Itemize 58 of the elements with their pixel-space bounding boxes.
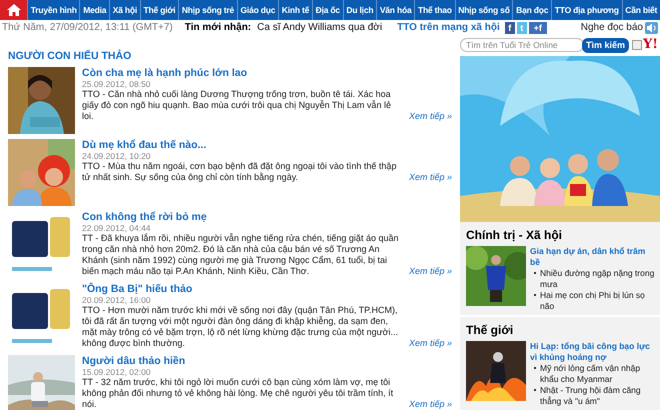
latest-news-link[interactable]: Ca sĩ Andy Williams qua đời xyxy=(257,22,382,33)
home-icon xyxy=(6,4,20,16)
headline-link[interactable]: Hi Lạp: tổng bãi công bạo lực vì khủng hoảng nợ xyxy=(530,341,656,363)
checkbox[interactable] xyxy=(632,40,642,50)
social-button[interactable]: +f xyxy=(528,22,547,34)
news-link[interactable]: Hai mẹ con chị Phi bị lún sọ não xyxy=(540,290,656,312)
article-summary: TT - Đã khuya lắm rồi, nhiều người vẫn nghe tiếng rửa chén, tiếng giặt áo quần trong căn nhà nhỏ hơn 20m2. Đó là căn nhà của cậu bán vé số Trương An Khánh (sinh năm 1992) cùng người mẹ già Trương Ngọc Cẩm, 61 tuổi, bị tai biến mạch máu não tại P.An Khánh, Ninh Kiều, Cần Thơ. xyxy=(82,233,400,277)
article-summary: TTO - Căn nhà nhỏ cuối làng Dương Thượng trống trơn, buồn tê tái. Xác hoa giấy đỏ con ngõ hiu quạnh. Bao mùa cưới trôi qua chị Nguyễn Thị Lam vẫn lẻ loi. xyxy=(82,89,392,122)
search-field[interactable]: Tìm trên Tuổi Trẻ Online xyxy=(460,38,584,52)
article-title-link[interactable]: Dù mẹ khổ đau thế nào... xyxy=(82,139,452,152)
read-more-link[interactable]: Xem tiếp » xyxy=(408,338,452,349)
nav-link[interactable]: Giáo dục xyxy=(236,0,278,20)
headline-link[interactable]: Gia hạn dự án, dân khổ trăm bề xyxy=(530,246,656,268)
article-date: 22.09.2012, 04:44 xyxy=(82,224,152,233)
news-link[interactable]: Nhiều đường ngập nặng trong mưa xyxy=(540,268,656,290)
nav-link[interactable]: Nhịp sống trẻ xyxy=(178,0,237,20)
article-date: 24.09.2012, 10:20 xyxy=(82,152,152,161)
news-link[interactable]: Nhật - Trung hội đàm căng thẳng và "u ám" xyxy=(540,385,656,407)
read-more-link[interactable]: Xem tiếp » xyxy=(408,172,452,183)
date-time: Thứ Năm, 27/09/2012, 13:11 (GMT+7) xyxy=(1,22,173,33)
nav-link[interactable]: Media xyxy=(79,0,110,20)
nav-link[interactable]: Văn hóa xyxy=(376,0,414,20)
article-date: 25.09.2012, 08:50 xyxy=(82,80,152,89)
home-button[interactable] xyxy=(0,0,27,20)
nav-link[interactable]: Địa ốc xyxy=(312,0,343,20)
search-engine-logo: Y! xyxy=(643,38,658,52)
nav-link[interactable]: Xã hội xyxy=(109,0,140,20)
article-summary: TTO - Hơn mười năm trước khi mới về sống nơi đây (quận Tân Phú, TP.HCM), tôi đã rất ấn tượng với một người đàn ông dáng đi khập khiễng, da sạm đen, mặt mày trông có vẻ bặm trợn, lộ rõ nét lừng khừng đặc trưng của một người... không được bình thường. xyxy=(82,305,400,349)
social-button[interactable]: f xyxy=(504,22,515,34)
article-title-link[interactable]: Con không thể rời bỏ mẹ xyxy=(82,211,452,224)
search-button[interactable]: Tìm kiếm xyxy=(582,38,630,52)
nav-link[interactable]: Nhịp sống số xyxy=(454,0,512,20)
article-title-link[interactable]: Người dâu thảo hiền xyxy=(82,355,452,368)
section-title: NGƯỜI CON HIẾU THẢO xyxy=(8,50,132,62)
nav-link[interactable]: Kinh tế xyxy=(278,0,312,20)
read-more-link[interactable]: Xem tiếp » xyxy=(408,266,452,277)
nav-link[interactable]: Thế giới xyxy=(140,0,178,20)
article-summary: TTO - Mùa thu năm ngoái, cơn bạo bệnh đã đặt ông ngoại tôi vào tình thế thập tử nhất sinh. Sự sống của ông chỉ còn tính bằng ngày. xyxy=(82,161,398,183)
latest-label: Tin mới nhận: xyxy=(184,22,252,33)
nav-link[interactable]: TTO địa phương xyxy=(551,0,622,20)
listen-link[interactable]: Nghe đọc báo xyxy=(580,22,643,33)
nav-link[interactable]: Bạn đọc xyxy=(512,0,552,20)
article-date: 15.09.2012, 02:00 xyxy=(82,368,152,377)
nav-link[interactable]: Du lịch xyxy=(342,0,376,20)
article-date: 20.09.2012, 16:00 xyxy=(82,296,152,305)
section-heading: Chính trị - Xã hội xyxy=(466,228,563,242)
section-heading: Thế giới xyxy=(466,323,514,337)
nav-link[interactable]: Truyền hình xyxy=(27,0,80,20)
article-title-link[interactable]: "Ông Ba Bị" hiếu thảo xyxy=(82,283,452,296)
read-more-link[interactable]: Xem tiếp » xyxy=(408,111,452,122)
nav-link[interactable]: Cần biết xyxy=(622,0,660,20)
article-title-link[interactable]: Còn cha mẹ là hạnh phúc lớn lao xyxy=(82,67,452,80)
article-summary: TT - 32 năm trước, khi tôi ngỏ lời muốn cưới cô bạn cùng xóm làm vợ, mẹ tôi không phản đối nhưng tỏ vẻ không hài lòng. Mẹ chê người yêu tôi trầm tính, ít nói. xyxy=(82,377,394,410)
speaker-icon[interactable] xyxy=(645,22,658,34)
read-more-link[interactable]: Xem tiếp » xyxy=(408,399,452,410)
nav-link[interactable]: Thể thao xyxy=(414,0,455,20)
social-label: TTO trên mạng xã hội xyxy=(397,22,500,33)
news-link[interactable]: Mỹ nới lỏng cấm vận nhập khẩu cho Myanmar xyxy=(540,363,656,385)
